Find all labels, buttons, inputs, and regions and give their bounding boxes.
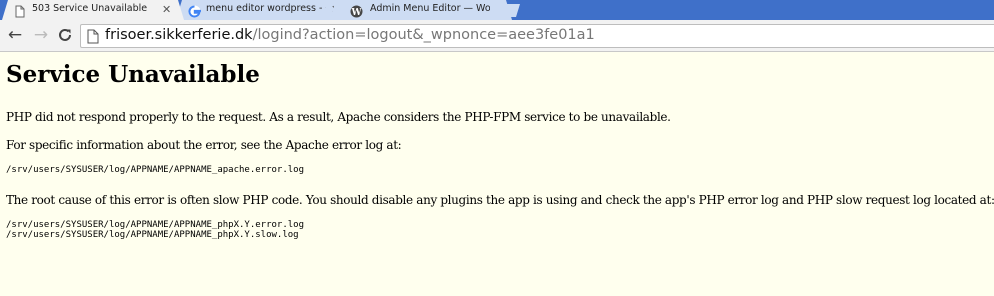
page-icon	[14, 3, 27, 16]
tab-title: 503 Service Unavailable	[32, 3, 148, 14]
back-arrow-icon[interactable]: ←	[4, 24, 26, 46]
tab-admin-menu-editor[interactable]: W Admin Menu Editor — Word ✕	[330, 0, 512, 20]
page-icon	[87, 29, 99, 44]
php-log-paths: /srv/users/SYSUSER/log/APPNAME/APPNAME_p…	[6, 220, 305, 240]
close-tab-icon[interactable]: ✕	[162, 3, 171, 16]
url-text[interactable]: frisoer.sikkerferie.dk/logind?action=log…	[105, 27, 595, 43]
reload-icon[interactable]	[54, 24, 76, 46]
browser-toolbar: ← → frisoer.sikkerferie.dk/logind?action…	[0, 20, 994, 52]
svg-text:W: W	[350, 8, 362, 18]
tab-503-service-unavailable[interactable]: 503 Service Unavailable ✕	[2, 0, 184, 20]
forward-arrow-icon[interactable]: →	[30, 24, 52, 46]
tab-strip: 503 Service Unavailable ✕ menu editor wo…	[0, 0, 994, 20]
tab-title: Admin Menu Editor — Word	[370, 3, 490, 14]
error-explanation: PHP did not respond properly to the requ…	[6, 110, 671, 124]
url-path: /logind?action=logout&_wpnonce=aee3fe01a…	[252, 27, 595, 43]
google-icon	[188, 3, 201, 16]
wordpress-icon: W	[350, 3, 363, 16]
new-tab-button[interactable]	[492, 4, 520, 17]
apache-log-path: /srv/users/SYSUSER/log/APPNAME/APPNAME_a…	[6, 165, 305, 175]
url-host: frisoer.sikkerferie.dk	[105, 27, 253, 43]
tab-title: menu editor wordpress - Goo	[206, 3, 323, 14]
tab-menu-editor-wordpress[interactable]: menu editor wordpress - Goo ✕	[176, 0, 352, 20]
address-bar[interactable]: frisoer.sikkerferie.dk/logind?action=log…	[80, 24, 994, 48]
root-cause-explanation: The root cause of this error is often sl…	[6, 193, 994, 207]
page-title: Service Unavailable	[6, 61, 260, 88]
error-log-instructions: For specific information about the error…	[6, 138, 402, 152]
page-content: Service Unavailable PHP did not respond …	[6, 60, 994, 257]
